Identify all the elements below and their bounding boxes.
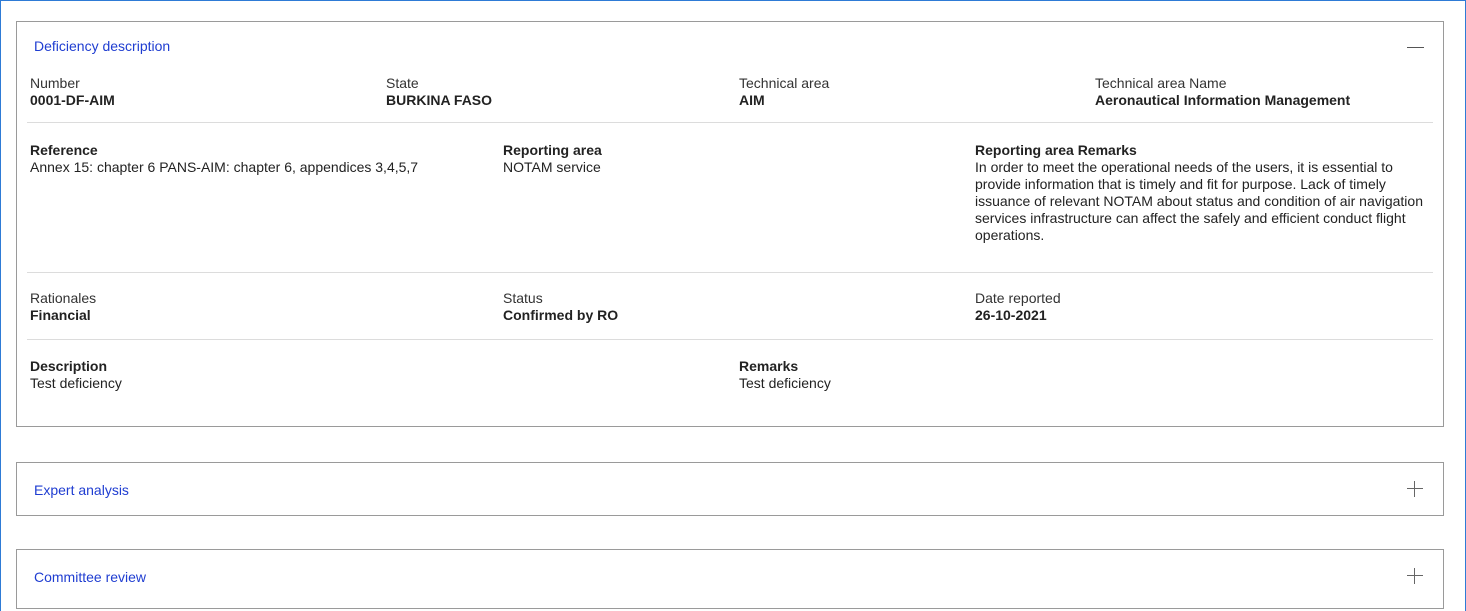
date-reported-field: Date reported 26-10-2021 [975, 290, 1061, 324]
state-field: State BURKINA FASO [386, 75, 492, 109]
remarks-field: Remarks Test deficiency [739, 358, 831, 392]
field-label: Technical area Name [1095, 75, 1227, 91]
deficiency-panel: Deficiency description Number 0001-DF-AI… [16, 21, 1444, 427]
field-value: In order to meet the operational needs o… [975, 159, 1423, 243]
number-field: Number 0001-DF-AIM [30, 75, 115, 109]
divider [27, 339, 1433, 340]
field-label: Reference [30, 142, 98, 158]
field-label: Technical area [739, 75, 830, 91]
reference-field: Reference Annex 15: chapter 6 PANS-AIM: … [30, 142, 455, 176]
field-label: Reporting area [503, 142, 602, 158]
divider [27, 122, 1433, 123]
field-value: AIM [739, 92, 765, 108]
technical-area-name-field: Technical area Name Aeronautical Informa… [1095, 75, 1350, 109]
expand-icon[interactable] [1407, 481, 1427, 497]
field-value: Financial [30, 307, 91, 323]
field-label: Description [30, 358, 108, 374]
description-field: Description Test deficiency [30, 358, 122, 392]
committee-review-panel-header[interactable]: Committee review [17, 550, 1443, 602]
field-label: Remarks [739, 358, 799, 374]
field-value: BURKINA FASO [386, 92, 493, 108]
technical-area-field: Technical area AIM [739, 75, 829, 109]
rationales-field: Rationales Financial [30, 290, 96, 324]
field-value: Aeronautical Information Management [1095, 92, 1351, 108]
reporting-area-remarks-field: Reporting area Remarks In order to meet … [975, 142, 1433, 244]
field-value: Test deficiency [30, 375, 122, 391]
committee-review-panel: Committee review [16, 549, 1444, 609]
expand-icon[interactable] [1407, 568, 1427, 584]
expert-analysis-panel-header[interactable]: Expert analysis [17, 463, 1443, 515]
collapse-icon[interactable] [1407, 35, 1427, 48]
field-label: Reporting area Remarks [975, 142, 1137, 158]
field-label: Date reported [975, 290, 1061, 306]
field-value: 26-10-2021 [975, 307, 1047, 323]
field-value: NOTAM service [503, 159, 601, 175]
field-label: Number [30, 75, 80, 91]
field-value: Test deficiency [739, 375, 831, 391]
field-label: State [386, 75, 419, 91]
deficiency-panel-title[interactable]: Deficiency description [34, 38, 170, 54]
field-value: 0001-DF-AIM [30, 92, 115, 108]
expert-analysis-panel-title[interactable]: Expert analysis [34, 482, 129, 498]
deficiency-panel-header[interactable]: Deficiency description [17, 22, 1443, 72]
field-value: Annex 15: chapter 6 PANS-AIM: chapter 6,… [30, 159, 419, 175]
reporting-area-field: Reporting area NOTAM service [503, 142, 602, 176]
committee-review-panel-title[interactable]: Committee review [34, 569, 146, 585]
divider [27, 272, 1433, 273]
expert-analysis-panel: Expert analysis [16, 462, 1444, 516]
status-field: Status Confirmed by RO [503, 290, 618, 324]
field-value: Confirmed by RO [503, 307, 619, 323]
field-label: Rationales [30, 290, 97, 306]
field-label: Status [503, 290, 543, 306]
